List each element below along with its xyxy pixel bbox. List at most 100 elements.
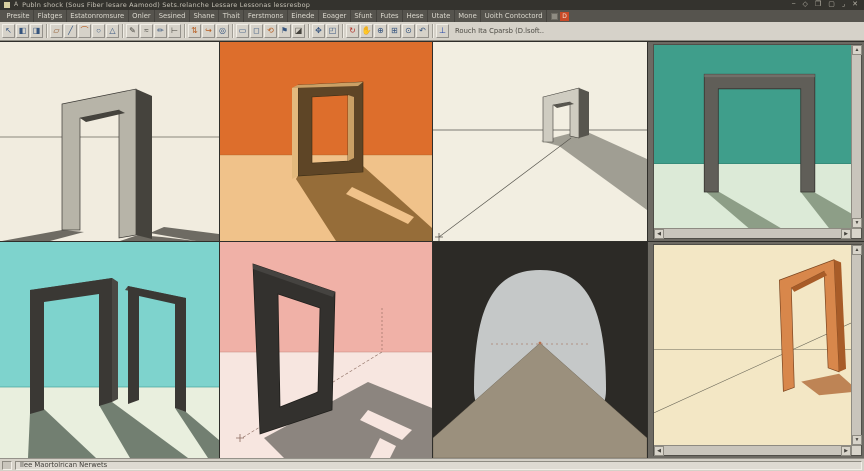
viewport-6-canvas[interactable] (220, 242, 432, 458)
eraser-tool-button[interactable]: ▱ (50, 24, 63, 38)
viewport-3-canvas[interactable] (433, 42, 647, 241)
menu-item-eoager[interactable]: Eoager (319, 10, 351, 22)
follow-me-tool-button[interactable]: ↪ (202, 24, 215, 38)
menu-item-shane[interactable]: Shane (190, 10, 220, 22)
toolbar-hint-text: Rouch Ita Cparsb (D.lsoft.. (455, 27, 545, 35)
tape-measure-tool-button[interactable]: ⊢ (168, 24, 181, 38)
close-button[interactable]: ✕ (852, 0, 858, 10)
menu-end-button[interactable] (551, 12, 559, 20)
viewport-4: ▲ ▼ ◀ ▶ (648, 42, 864, 241)
viewport-5 (0, 242, 219, 458)
scale-tool-button[interactable]: ◰ (326, 24, 339, 38)
offset-tool-button[interactable]: ◎ (216, 24, 229, 38)
dimension-tool-button[interactable]: ✏ (154, 24, 167, 38)
viewport-5-canvas[interactable] (0, 242, 219, 458)
vp4-scroll-up-button[interactable]: ▲ (852, 45, 862, 55)
vp7-apex-point (538, 341, 542, 345)
vp4-scroll-right-button[interactable]: ▶ (841, 229, 851, 239)
rectangle-tool-button[interactable]: ▭ (236, 24, 249, 38)
menu-item-hese[interactable]: Hese (403, 10, 429, 22)
menu-item-onler[interactable]: Onler (129, 10, 156, 22)
resize-button[interactable]: ⌟ (842, 0, 845, 10)
toolbar-separator (122, 24, 124, 38)
vp4-frame-top-highlight (704, 74, 815, 78)
viewport-4-canvas[interactable] (654, 45, 851, 228)
orbit-tool-button[interactable]: ↻ (346, 24, 359, 38)
polygon-tool-button[interactable]: △ (106, 24, 119, 38)
menu-item-flatges[interactable]: Flatges (34, 10, 67, 22)
viewport-4-vertical-scrollbar[interactable]: ▲ ▼ (851, 45, 862, 228)
menu-item-thait[interactable]: Thait (219, 10, 245, 22)
arc-tool-button[interactable]: ⌒ (78, 24, 91, 38)
status-message: Ilee Maortolrican Nerwets (15, 460, 862, 470)
menu-badge: D (560, 11, 570, 21)
menu-item-ferstmons[interactable]: Ferstmons (244, 10, 288, 22)
toolbar-separator (184, 24, 186, 38)
viewport-8-horizontal-scrollbar[interactable]: ◀ ▶ (654, 445, 851, 456)
viewport-1-canvas[interactable] (0, 42, 219, 241)
vp8-scroll-left-button[interactable]: ◀ (654, 446, 664, 456)
toolbar-separator (46, 24, 48, 38)
vp4-scroll-left-button[interactable]: ◀ (654, 229, 664, 239)
viewport-3 (433, 42, 647, 241)
menu-item-mone[interactable]: Mone (455, 10, 482, 22)
circle-tool-button[interactable]: ○ (92, 24, 105, 38)
vp3-arch-right-face (579, 88, 589, 138)
previous-view-tool-button[interactable]: ↶ (416, 24, 429, 38)
menu-item-utate[interactable]: Utate (428, 10, 455, 22)
toolbar-separator (342, 24, 344, 38)
vp4-wall (654, 45, 851, 164)
viewport-1 (0, 42, 219, 241)
toolbar-tools: ↖ ◧ ◨ ▱ ╱ ⌒ ○ △ ✎ ≈ ✏ ⊢ ⇅ ↪ ◎ ▭ ◻ ⟲ ⚑ ◪ ✥ ◰ ↻ ✋ ⊕ ⊞ ⊙ ↶ ⊥ (2, 24, 450, 38)
vp2-frame-inner-right-face (348, 95, 354, 161)
unpin-button[interactable]: ◇ (803, 0, 808, 10)
freehand-tool-button[interactable]: ≈ (140, 24, 153, 38)
section-plane-tool-button[interactable]: ◪ (292, 24, 305, 38)
menu-item-einede[interactable]: Einede (288, 10, 319, 22)
vp8-scroll-up-button[interactable]: ▲ (852, 245, 862, 255)
minimize-button[interactable]: − (791, 0, 795, 10)
select-tool-button[interactable]: ↖ (2, 24, 15, 38)
viewport-8-vertical-scrollbar[interactable]: ▲ ▼ (851, 245, 862, 445)
vp8-scroll-right-button[interactable]: ▶ (841, 446, 851, 456)
menu-item-estatonromsure[interactable]: Estatonromsure (67, 10, 129, 22)
status-grip[interactable] (2, 460, 12, 470)
vp3-background (433, 42, 647, 241)
menu-item-uoith-contoctord[interactable]: Uoith Contoctord (481, 10, 548, 22)
maximize-button[interactable]: ▢ (828, 0, 835, 10)
menu-item-sesined[interactable]: Sesined (155, 10, 190, 22)
vp8-scroll-down-button[interactable]: ▼ (852, 435, 862, 445)
vp1-arch-right-face (136, 89, 152, 239)
line-tool-button[interactable]: ╱ (64, 24, 77, 38)
menu-item-presite[interactable]: Presite (3, 10, 35, 22)
pan-tool-button[interactable]: ✋ (360, 24, 373, 38)
vp5-arch-left-side-face (112, 278, 118, 402)
make-component-tool-button[interactable]: ◧ (16, 24, 29, 38)
text-tool-button[interactable]: ⚑ (278, 24, 291, 38)
vp2-frame-left-bevel (292, 85, 298, 179)
zoom-extents-tool-button[interactable]: ⊙ (402, 24, 415, 38)
menu-bar: Presite Flatges Estatonromsure Onler Sesined… (0, 10, 864, 22)
menu-item-futes[interactable]: Futes (377, 10, 404, 22)
vp1-background (0, 42, 219, 241)
app-icon (4, 2, 10, 8)
viewport-8-canvas[interactable] (654, 245, 851, 445)
viewport-2 (220, 42, 432, 241)
zoom-window-tool-button[interactable]: ⊞ (388, 24, 401, 38)
application-window: A Publn shock (Sous Fiber lesare Aamood)… (0, 0, 864, 471)
pencil-tool-button[interactable]: ✎ (126, 24, 139, 38)
menu-item-sfunt[interactable]: Sfunt (351, 10, 377, 22)
zoom-tool-button[interactable]: ⊕ (374, 24, 387, 38)
restore-button[interactable]: ❐ (815, 0, 821, 10)
paint-bucket-tool-button[interactable]: ◨ (30, 24, 43, 38)
box-tool-button[interactable]: ◻ (250, 24, 263, 38)
viewport-7-canvas[interactable] (433, 242, 647, 458)
rotate-tool-button[interactable]: ⟲ (264, 24, 277, 38)
toolbar: ↖ ◧ ◨ ▱ ╱ ⌒ ○ △ ✎ ≈ ✏ ⊢ ⇅ ↪ ◎ ▭ ◻ ⟲ ⚑ ◪ ✥ ◰ ↻ ✋ ⊕ ⊞ ⊙ ↶ ⊥ Rouch Ita … (0, 22, 864, 41)
viewport-2-canvas[interactable] (220, 42, 432, 241)
move-tool-button[interactable]: ✥ (312, 24, 325, 38)
viewport-4-horizontal-scrollbar[interactable]: ◀ ▶ (654, 228, 851, 239)
axes-tool-button[interactable]: ⊥ (436, 24, 449, 38)
push-pull-tool-button[interactable]: ⇅ (188, 24, 201, 38)
vp4-scroll-down-button[interactable]: ▼ (852, 218, 862, 228)
